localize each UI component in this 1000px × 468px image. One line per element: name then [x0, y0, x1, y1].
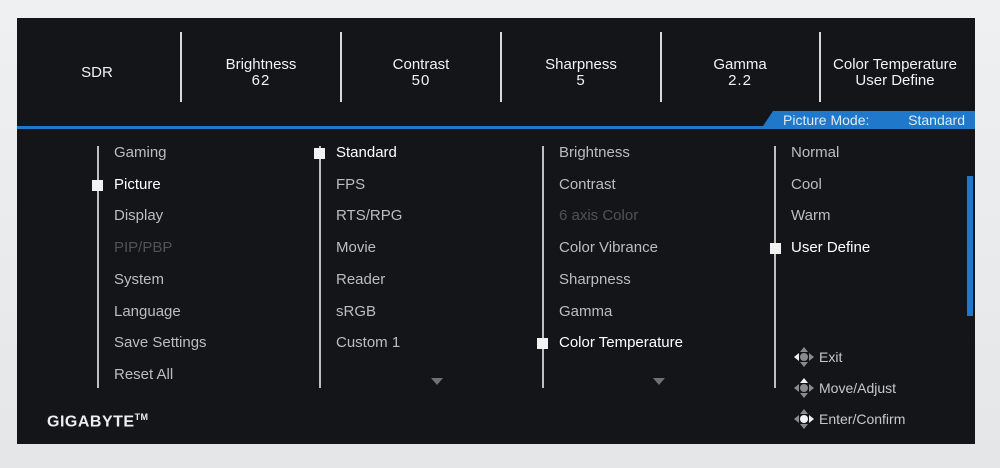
menu-rule: [542, 146, 544, 388]
status-value: User Define: [855, 72, 935, 89]
menu-item-system[interactable]: System: [114, 269, 164, 291]
help-row-move-adjust: Move/Adjust: [793, 376, 896, 400]
temp-item-user-define[interactable]: User Define: [791, 237, 870, 259]
menu-item-save-settings[interactable]: Save Settings: [114, 332, 207, 354]
mode-item-fps[interactable]: FPS: [336, 174, 365, 196]
help-row-exit: Exit: [793, 345, 842, 369]
temp-item-cool[interactable]: Cool: [791, 174, 822, 196]
setting-item-color-vibrance[interactable]: Color Vibrance: [559, 237, 658, 259]
scroll-down-icon[interactable]: [431, 378, 443, 385]
status-value: 50: [411, 72, 431, 89]
selection-marker: [770, 243, 781, 255]
menu-item-display[interactable]: Display: [114, 205, 163, 227]
menu-item-picture[interactable]: Picture: [114, 174, 161, 196]
help-label: Move/Adjust: [819, 380, 897, 396]
selection-marker: [314, 148, 325, 159]
accent-rule: [17, 126, 975, 129]
status-label: SDR: [81, 64, 113, 81]
menu-item-gaming[interactable]: Gaming: [114, 142, 167, 164]
status-contrast: Contrast 50: [341, 18, 501, 128]
setting-item-sharpness[interactable]: Sharpness: [559, 269, 631, 291]
status-value: 2.2: [728, 72, 752, 89]
joystick-icon: [793, 408, 815, 430]
menu-item-reset-all[interactable]: Reset All: [114, 364, 173, 386]
status-sdr: SDR: [17, 18, 177, 128]
help-row-enter-confirm: Enter/Confirm: [793, 407, 905, 431]
mode-item-custom-1[interactable]: Custom 1: [336, 332, 400, 354]
status-value: 62: [251, 72, 271, 89]
setting-item-brightness[interactable]: Brightness: [559, 142, 630, 164]
brand-mark: TM: [134, 412, 149, 422]
menu-rule: [774, 146, 776, 388]
scroll-indicator: [967, 176, 973, 316]
status-label: Contrast: [392, 56, 450, 73]
menu-item-language[interactable]: Language: [114, 301, 181, 323]
help-label: Enter/Confirm: [819, 411, 906, 427]
status-label: Sharpness: [545, 56, 617, 73]
setting-item-contrast[interactable]: Contrast: [559, 174, 616, 196]
brand-name: GIGABYTE: [47, 413, 135, 431]
status-brightness: Brightness 62: [181, 18, 341, 128]
selection-marker: [537, 338, 548, 350]
status-label: Color Temperature: [833, 56, 957, 73]
status-label: Brightness: [225, 56, 297, 73]
brand-logo: GIGABYTETM: [47, 412, 149, 431]
setting-item-6-axis-color: 6 axis Color: [559, 207, 639, 225]
mode-item-srgb[interactable]: sRGB: [336, 301, 376, 323]
status-sharpness: Sharpness 5: [501, 18, 661, 128]
selection-marker: [92, 179, 103, 191]
menu-rule: [319, 146, 321, 388]
help-label: Exit: [819, 349, 843, 365]
osd-screen: SDR Brightness 62 Contrast 50 Sharpness …: [17, 18, 975, 444]
temp-item-warm[interactable]: Warm: [791, 205, 830, 227]
mode-item-standard[interactable]: Standard: [336, 142, 397, 164]
mode-item-reader[interactable]: Reader: [336, 269, 385, 291]
status-label: Gamma: [713, 56, 767, 73]
mode-item-movie[interactable]: Movie: [336, 237, 376, 259]
setting-item-gamma[interactable]: Gamma: [559, 301, 612, 323]
joystick-icon: [793, 346, 815, 368]
mode-item-rts-rpg[interactable]: RTS/RPG: [336, 205, 402, 227]
joystick-icon: [793, 377, 815, 399]
menu-item-pip-pbp: PIP/PBP: [114, 239, 173, 257]
scroll-down-icon[interactable]: [653, 378, 665, 385]
status-value: 5: [576, 72, 586, 89]
temp-item-normal[interactable]: Normal: [791, 142, 839, 164]
setting-item-color-temperature[interactable]: Color Temperature: [559, 332, 683, 354]
